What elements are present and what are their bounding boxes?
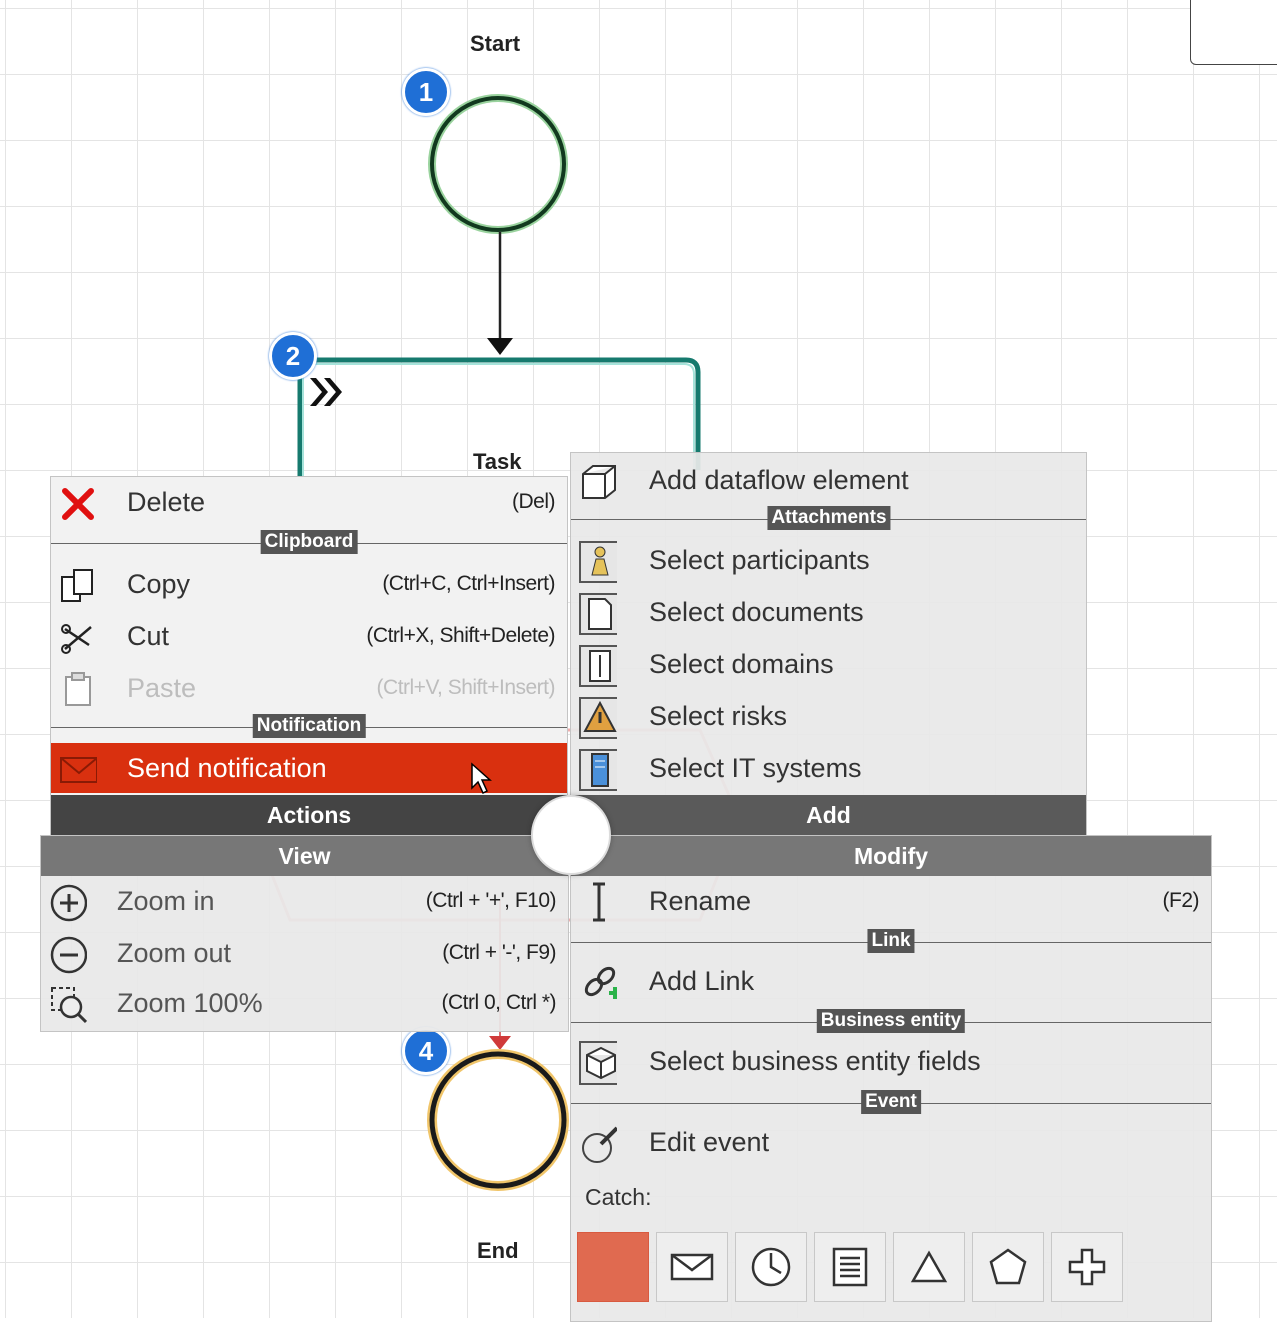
copy-icon <box>59 567 97 605</box>
rename-item[interactable]: Rename (F2) <box>571 876 1211 926</box>
event-separator: Event <box>571 1090 1211 1114</box>
notification-separator: Notification <box>51 714 567 738</box>
task-type-marker <box>310 378 342 406</box>
flow-arrowhead <box>487 338 513 355</box>
catch-multiple-button[interactable] <box>972 1232 1044 1302</box>
link-icon <box>579 964 617 1002</box>
end-label: End <box>477 1238 519 1263</box>
multiple-icon <box>989 1248 1027 1285</box>
task-label: Task <box>473 449 522 474</box>
catch-parallel-button[interactable] <box>1051 1232 1123 1302</box>
add-link-item[interactable]: Add Link <box>571 956 1211 1006</box>
select-documents-item[interactable]: Select documents <box>571 587 1086 637</box>
step-badge-2: 2 <box>269 332 317 380</box>
paste-item[interactable]: Paste (Ctrl+V, Shift+Insert) <box>51 663 567 713</box>
add-menu: Add dataflow element Attachments Select … <box>570 452 1087 836</box>
document-icon <box>579 593 617 635</box>
risk-icon <box>579 697 617 739</box>
view-menu: View Zoom in (Ctrl + '+', F10) Zoom out … <box>40 835 569 1032</box>
select-business-entity-fields-item[interactable]: Select business entity fields <box>571 1036 1211 1086</box>
zoom-out-item[interactable]: Zoom out (Ctrl + '-', F9) <box>41 928 568 978</box>
delete-item[interactable]: Delete (Del) <box>51 477 567 527</box>
link-separator: Link <box>571 929 1211 953</box>
participant-icon <box>579 541 617 583</box>
text-cursor-icon <box>579 882 617 922</box>
zoom-in-item[interactable]: Zoom in (Ctrl + '+', F10) <box>41 876 568 926</box>
clipboard-separator: Clipboard <box>51 530 567 554</box>
actions-header[interactable]: Actions <box>51 795 567 835</box>
mouse-cursor-icon <box>471 762 492 795</box>
catch-signal-button[interactable] <box>893 1232 965 1302</box>
zoom-out-icon <box>49 936 87 974</box>
scissors-icon <box>59 619 97 657</box>
envelope-icon <box>59 751 97 789</box>
add-header[interactable]: Add <box>571 795 1086 835</box>
attachments-separator: Attachments <box>571 506 1086 530</box>
select-risks-item[interactable]: Select risks <box>571 691 1086 741</box>
pie-menu-center[interactable] <box>531 795 611 875</box>
step-badge-4: 4 <box>402 1027 450 1075</box>
timer-icon <box>751 1247 791 1287</box>
catch-message-button[interactable] <box>656 1232 728 1302</box>
entity-icon <box>579 1041 617 1085</box>
add-dataflow-item[interactable]: Add dataflow element <box>571 455 1086 505</box>
step-badge-1: 1 <box>402 68 450 116</box>
parallel-icon <box>1068 1248 1106 1286</box>
signal-icon <box>910 1250 948 1283</box>
select-participants-item[interactable]: Select participants <box>571 535 1086 585</box>
cube-icon <box>579 463 617 501</box>
edit-event-icon <box>579 1125 617 1163</box>
zoom-in-icon <box>49 884 87 922</box>
domain-icon <box>579 645 617 687</box>
cut-item[interactable]: Cut (Ctrl+X, Shift+Delete) <box>51 611 567 661</box>
catch-conditional-button[interactable] <box>814 1232 886 1302</box>
select-domains-item[interactable]: Select domains <box>571 639 1086 689</box>
copy-item[interactable]: Copy (Ctrl+C, Ctrl+Insert) <box>51 559 567 609</box>
business-entity-separator: Business entity <box>571 1009 1211 1033</box>
start-label: Start <box>470 31 521 56</box>
view-header[interactable]: View <box>41 836 568 876</box>
zoom-100-item[interactable]: Zoom 100% (Ctrl 0, Ctrl *) <box>41 978 568 1028</box>
clipboard-icon <box>59 671 97 709</box>
catch-timer-button[interactable] <box>735 1232 807 1302</box>
it-system-icon <box>579 749 617 791</box>
red-x-icon <box>59 485 97 523</box>
catch-label: Catch: <box>585 1184 652 1210</box>
message-icon <box>670 1253 714 1281</box>
catch-none-button[interactable] <box>577 1232 649 1302</box>
select-it-systems-item[interactable]: Select IT systems <box>571 743 1086 793</box>
minimap-panel[interactable] <box>1190 0 1277 65</box>
modify-header[interactable]: Modify <box>571 836 1211 876</box>
zoom-reset-icon <box>49 986 87 1024</box>
edit-event-item[interactable]: Edit event <box>571 1117 1211 1167</box>
conditional-icon <box>832 1247 868 1287</box>
